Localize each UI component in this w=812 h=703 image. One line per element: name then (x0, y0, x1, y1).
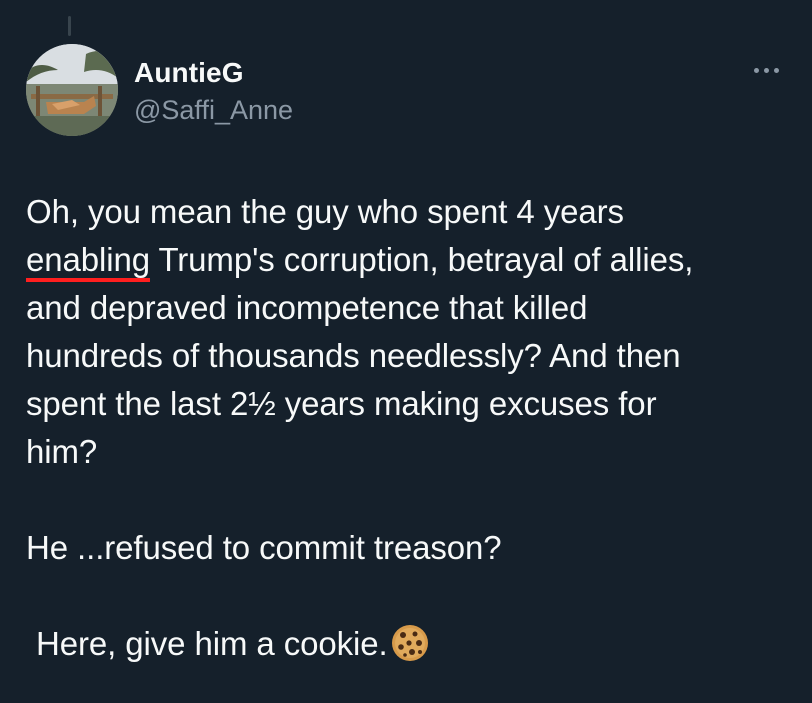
tweet-text-line: He ...refused to commit treason? (26, 529, 502, 566)
tweet-text-fragment: Trump's corruption, betrayal of allies, (149, 241, 694, 278)
thread-connector-line (68, 16, 71, 36)
tweet-text-line: spent the last 2½ years making excuses f… (26, 385, 657, 422)
more-options-dot (773, 67, 779, 73)
author-handle[interactable]: @Saffi_Anne (134, 92, 293, 128)
spellcheck-flagged-word[interactable]: enabling (26, 241, 150, 278)
profile-photo-avatar (26, 44, 118, 136)
tweet-header: AuntieG @Saffi_Anne (26, 44, 786, 140)
tweet-text-fragment: Here, give him a cookie. (36, 625, 388, 662)
author-display-name[interactable]: AuntieG (134, 56, 293, 90)
cookie-icon (390, 623, 430, 663)
tweet-text-line: and depraved incompetence that killed (26, 289, 588, 326)
tweet-text-line: Oh, you mean the guy who spent 4 years (26, 193, 624, 230)
tweet-text-line: him? (26, 433, 98, 470)
more-options-dot (763, 67, 769, 73)
avatar[interactable] (26, 44, 118, 136)
tweet-text-line: Here, give him a cookie. (26, 620, 796, 668)
more-options-icon (753, 67, 759, 73)
tweet-text-line: enabling Trump's corruption, betrayal of… (26, 236, 796, 284)
tweet-text: Oh, you mean the guy who spent 4 years e… (26, 188, 796, 668)
tweet-text-line: hundreds of thousands needlessly? And th… (26, 337, 681, 374)
more-options-button[interactable] (746, 58, 786, 82)
author-names: AuntieG @Saffi_Anne (134, 56, 293, 128)
